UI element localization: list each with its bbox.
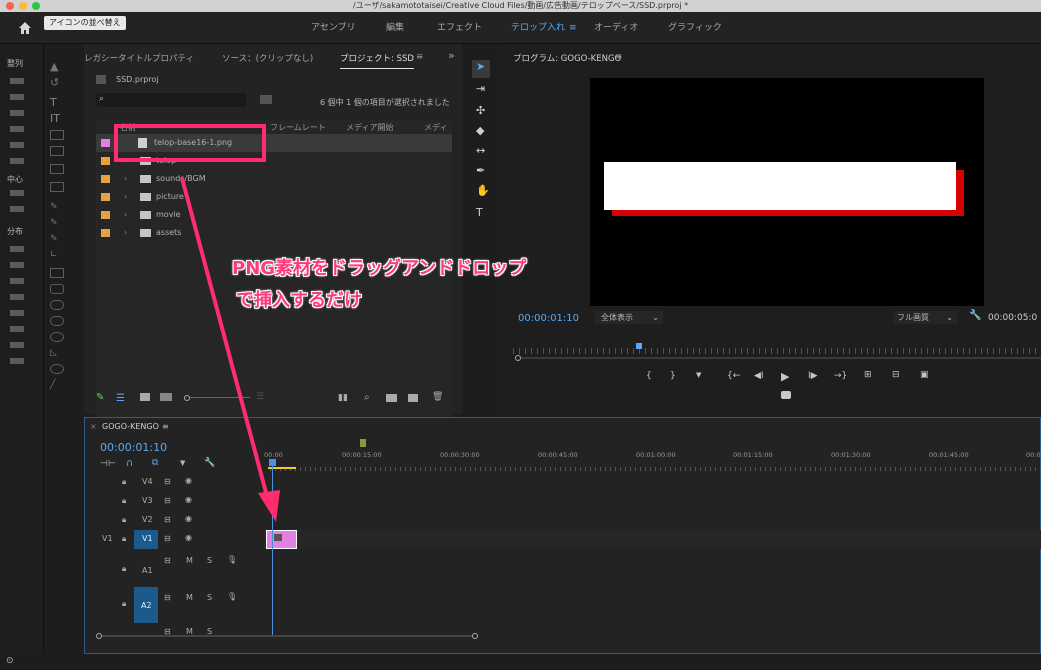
annotation-text-line1: PNG素材をドラッグアンドドロップ [232, 258, 527, 279]
annotation-text-line2: で挿入するだけ [236, 290, 362, 311]
annotation-arrow-head [258, 490, 280, 522]
annotation-arrow [180, 177, 280, 522]
annotation-arrow-shaft [180, 177, 270, 501]
